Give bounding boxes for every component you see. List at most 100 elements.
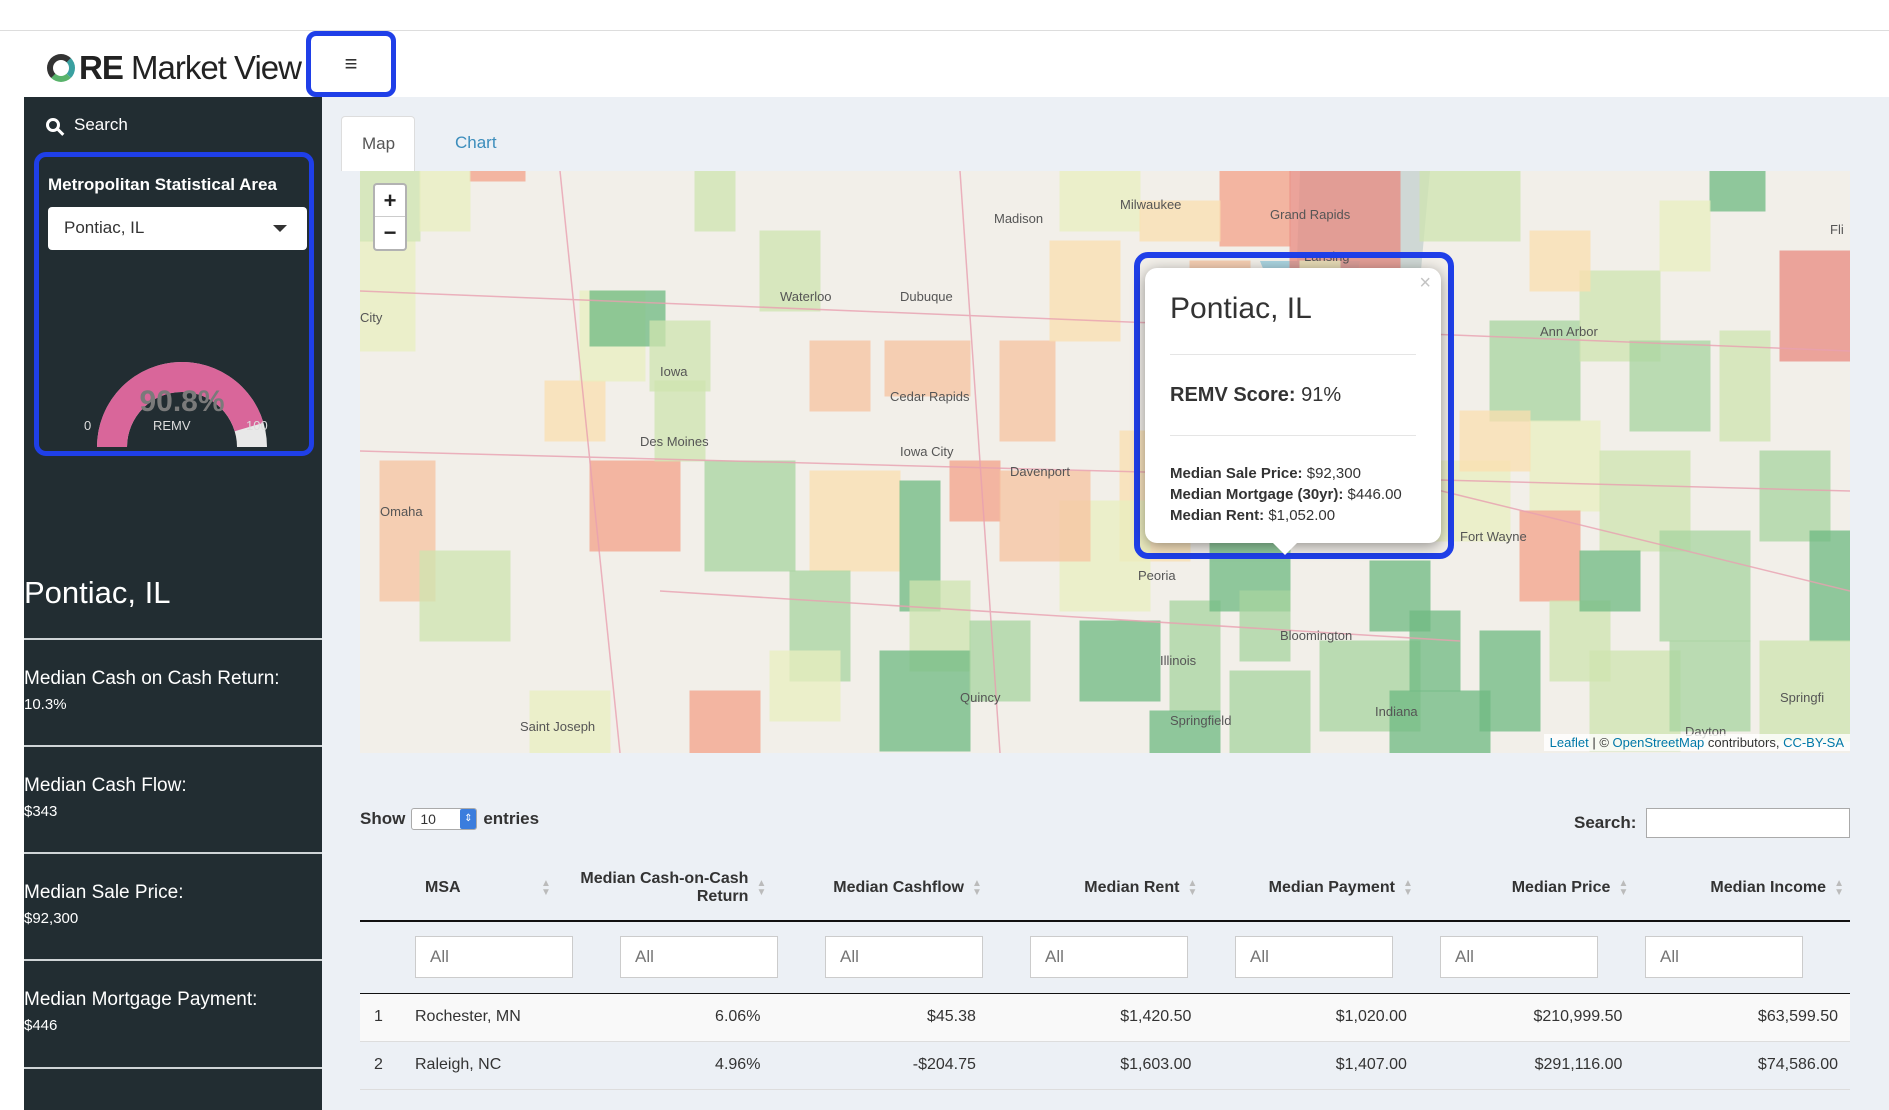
score-value: 91% [1301,384,1342,406]
column-header-cashflow[interactable]: Median Cashflow ▲ ▼ [772,855,988,922]
map-place-label: Madison [994,211,1043,226]
attrib-sep: | © [1588,735,1613,750]
column-header-coc[interactable]: Median Cash-on-Cash Return ▲ ▼ [556,855,773,922]
table-row[interactable]: 1 Rochester, MN 6.06% $45.38 $1,420.50 $… [360,993,1850,1042]
stat-title: Median Cash on Cash Return: [24,668,280,689]
tab-chart[interactable]: Chart [435,116,517,171]
column-header-price[interactable]: Median Price ▲ ▼ [1418,855,1635,922]
filter-input-rent[interactable] [1030,936,1188,979]
sort-icon: ▲ ▼ [972,878,982,898]
row-rent: $1,603.00 [987,1041,1204,1090]
logo-ring-icon [47,54,75,82]
row-coc: 6.06% [556,993,773,1042]
map-place-label: Milwaukee [1120,197,1181,212]
license-link[interactable]: CC-BY-SA [1783,735,1844,750]
filter-input-msa[interactable] [415,936,573,979]
map-place-label: Indiana [1375,704,1418,719]
row-payment: $1,020.00 [1203,993,1419,1042]
stat-value: $343 [24,803,58,820]
filter-input-income[interactable] [1645,936,1803,979]
stat-title: Median Cash Flow: [24,775,187,796]
entries-value: 10 [420,811,436,827]
column-header-msa[interactable]: MSA ▲ ▼ [415,855,557,922]
msa-panel: Metropolitan Statistical Area Pontiac, I… [34,152,314,456]
msa-label: Metropolitan Statistical Area [48,175,277,194]
gauge-label: REMV [153,418,191,433]
sidebar-toggle-button[interactable]: ≡ [306,31,396,97]
column-header-rent[interactable]: Median Rent ▲ ▼ [987,855,1204,922]
osm-link[interactable]: OpenStreetMap [1613,735,1705,750]
map-place-label: Davenport [1010,464,1070,479]
row-payment: $1,407.00 [1203,1041,1419,1090]
map-view[interactable]: Madison Milwaukee Grand Rapids Lansing Water… [360,171,1850,753]
table-search-input[interactable] [1646,808,1851,838]
leaflet-link[interactable]: Leaflet [1550,735,1589,750]
map-place-label: Cedar Rapids [890,389,970,404]
filter-input-price[interactable] [1440,936,1598,979]
search-icon [46,118,60,132]
popup-detail-row: Median Mortgage (30yr): $446.00 [1170,486,1402,503]
popup-score: REMV Score: 91% [1170,384,1341,407]
row-cashflow: -$204.75 [772,1041,988,1090]
msa-table: MSA ▲ ▼ Median Cash-on-Cash Return ▲ ▼ Media… [360,855,1850,1090]
column-header-payment[interactable]: Median Payment ▲ ▼ [1203,855,1419,922]
close-icon[interactable]: × [1419,272,1431,295]
map-place-label: Fort Wayne [1460,529,1527,544]
row-msa: Rochester, MN [415,993,557,1042]
entries-select[interactable]: 10 ⇕ [411,808,478,830]
map-place-label: Peoria [1138,568,1176,583]
map-place-label: Dubuque [900,289,953,304]
popup-detail-row: Median Rent: $1,052.00 [1170,507,1336,524]
zoom-out-button[interactable]: − [375,217,405,249]
entries-label: entries [483,809,540,828]
popup-tip [1273,543,1297,555]
msa-selected-value: Pontiac, IL [64,218,145,237]
row-income: $74,586.00 [1634,1041,1850,1090]
sort-icon: ▲ ▼ [756,878,767,898]
stat-title: Median Mortgage Payment: [24,989,258,1010]
map-canvas: MadisonMilwaukeeGrand RapidsLansingWater… [360,171,1850,753]
popup-divider [1170,435,1416,436]
filter-input-coc[interactable] [620,936,778,979]
stat-mortgage-payment: Median Mortgage Payment: $446 [24,959,322,1063]
map-place-label: Illinois [1160,653,1197,668]
stat-next [24,1067,322,1110]
attrib-contrib: contributors, [1704,735,1784,750]
sort-icon: ▲ ▼ [541,878,551,898]
score-label: REMV Score: [1170,384,1296,406]
tab-map[interactable]: Map [341,116,415,171]
row-index: 2 [360,1041,415,1090]
sort-icon: ▲ ▼ [1834,878,1844,898]
sort-icon: ▲ ▼ [1187,878,1198,898]
popup-details: Median Sale Price: $92,300 Median Mortga… [1170,463,1402,526]
sidebar-search[interactable]: Search [24,97,322,153]
spinner-icon: ⇕ [460,809,477,829]
zoom-in-button[interactable]: + [375,185,405,217]
map-popup: × Pontiac, IL REMV Score: 91% Median Sal… [1145,268,1441,555]
filter-row [415,921,1850,994]
map-place-label: Iowa City [900,444,954,459]
stat-title: Median Sale Price: [24,882,184,903]
map-place-label: Grand Rapids [1270,207,1351,222]
map-place-label: City [360,310,383,325]
table-row[interactable]: 2 Raleigh, NC 4.96% -$204.75 $1,603.00 $… [360,1041,1850,1090]
show-label: Show [360,809,406,828]
hamburger-menu-icon: ≡ [344,51,358,76]
msa-select[interactable]: Pontiac, IL [48,207,307,250]
popup-detail-row: Median Sale Price: $92,300 [1170,465,1361,482]
filter-input-cashflow[interactable] [825,936,983,979]
map-place-label: Ann Arbor [1540,324,1598,339]
stat-value: 10.3% [24,696,67,713]
gauge-value: 90.8% [139,385,225,418]
map-place-label: Bloomington [1280,628,1352,643]
stat-sale-price: Median Sale Price: $92,300 [24,852,322,956]
column-header-income[interactable]: Median Income ▲ ▼ [1634,855,1850,922]
logo-text: RE Market View [79,49,302,86]
table-search-label: Search: [1574,813,1637,832]
stat-cash-on-cash: Median Cash on Cash Return: 10.3% [24,638,322,742]
map-place-label: Fli [1830,222,1844,237]
sidebar-search-label: Search [74,115,128,134]
map-place-label: Waterloo [780,289,832,304]
row-coc: 4.96% [556,1041,773,1090]
filter-input-payment[interactable] [1235,936,1393,979]
